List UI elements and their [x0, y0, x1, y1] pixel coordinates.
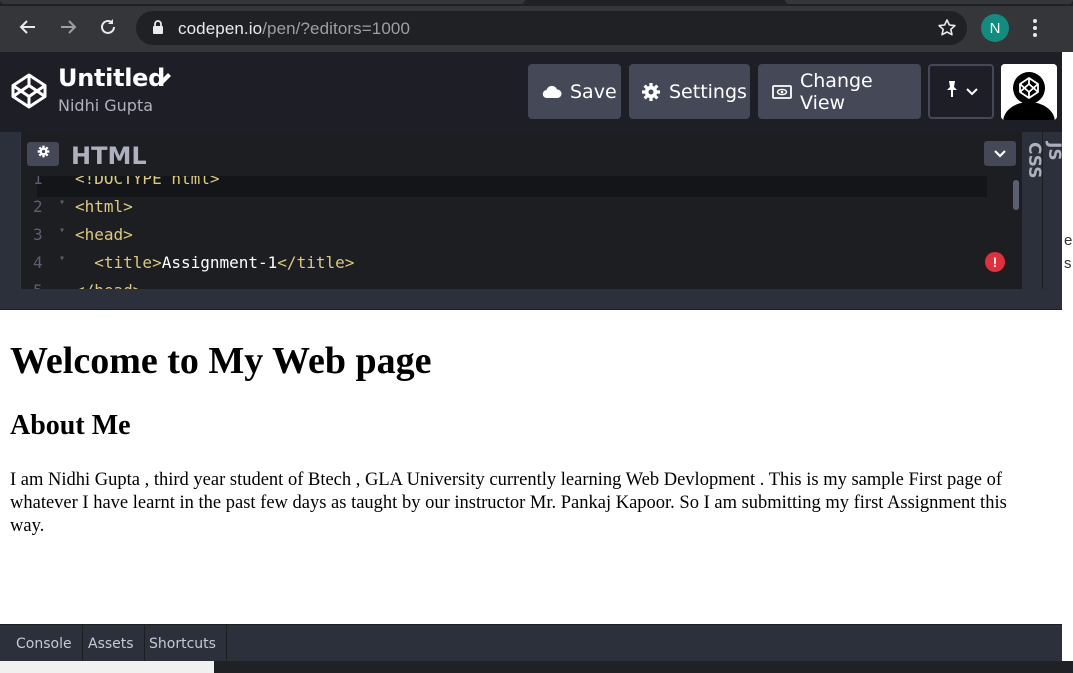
gear-icon [37, 145, 50, 163]
forward-icon[interactable] [55, 14, 81, 40]
line-number: 4 [33, 253, 43, 272]
editor-scrollbar[interactable] [1013, 180, 1019, 210]
star-icon[interactable] [937, 18, 957, 43]
preview-subheading: About Me [10, 410, 131, 441]
line-number: 5 [33, 281, 53, 289]
fold-arrow-icon[interactable]: ▾ [59, 197, 65, 208]
browser-tab[interactable] [0, 0, 525, 4]
taskbar-edge [214, 661, 1073, 673]
lock-icon[interactable] [152, 20, 164, 40]
view-layout-icon [772, 84, 792, 100]
code-line: 4 ▾ <title>Assignment-1</title> [21, 253, 1011, 281]
pin-menu-button[interactable] [928, 64, 994, 119]
change-view-label: Change View [800, 69, 873, 114]
line-number: 2 [33, 197, 43, 216]
code-text: </head> [75, 281, 142, 289]
assets-button[interactable]: Assets [78, 625, 145, 662]
cloud-icon [542, 85, 562, 99]
code-text: <!DOCTYPE html> [75, 176, 220, 188]
address-bar[interactable]: codepen.io/pen/?editors=1000 [136, 11, 967, 45]
line-number: 1 [33, 176, 43, 188]
html-editor-panel: HTML 1 <!DOCTYPE html> 2 ▾ <html> 3 ▾ <h [20, 132, 1023, 289]
codepen-logo-icon[interactable] [10, 72, 48, 115]
user-avatar[interactable] [1001, 64, 1057, 120]
code-line: 5 </head> [21, 281, 1011, 289]
preview-paragraph: I am Nidhi Gupta , third year student of… [10, 470, 1007, 536]
settings-label: Settings [669, 80, 747, 103]
fold-arrow-icon[interactable]: ▾ [59, 225, 65, 236]
pen-title[interactable]: Untitled [58, 64, 165, 92]
browser-tab[interactable] [785, 0, 1073, 4]
browser-toolbar: codepen.io/pen/?editors=1000 N [0, 0, 1073, 52]
profile-avatar[interactable]: N [981, 14, 1009, 42]
code-text: <title> [75, 253, 162, 272]
code-area[interactable]: 1 <!DOCTYPE html> 2 ▾ <html> 3 ▾ <head> … [21, 176, 1023, 289]
taskbar-edge [0, 661, 214, 673]
code-line: 3 ▾ <head> [21, 225, 1011, 253]
url-text: codepen.io/pen/?editors=1000 [178, 19, 411, 38]
console-button[interactable]: Console [0, 625, 83, 662]
preview-resize-handle[interactable] [0, 289, 1062, 310]
code-text: </title> [277, 253, 355, 272]
editor-settings-button[interactable] [27, 142, 59, 166]
result-preview: Welcome to My Web page About Me I am Nid… [0, 310, 1062, 624]
fold-arrow-icon[interactable]: ▾ [59, 253, 65, 264]
code-line: 1 <!DOCTYPE html> [21, 176, 1011, 197]
edge-text: s [1064, 255, 1072, 272]
settings-button[interactable]: Settings [629, 64, 750, 119]
code-text: Assignment-1 [161, 253, 278, 272]
preview-heading: Welcome to My Web page [10, 340, 432, 382]
editor-area: HTML 1 <!DOCTYPE html> 2 ▾ <html> 3 ▾ <h [0, 132, 1064, 289]
divider [1042, 132, 1043, 289]
error-icon[interactable]: ! [985, 252, 1005, 272]
pin-icon [944, 80, 960, 103]
code-text: <head> [75, 225, 133, 244]
background-window-edge: e s [1062, 52, 1073, 673]
edit-title-pencil-icon[interactable] [156, 70, 174, 93]
gear-icon [641, 82, 661, 102]
chevron-down-icon [994, 145, 1006, 163]
codepen-footer: Console Assets Shortcuts [0, 624, 1062, 662]
code-line: 2 ▾ <html> [21, 197, 1011, 225]
edge-text: e [1064, 232, 1073, 249]
editor-header: HTML [21, 132, 1023, 176]
kebab-menu-icon[interactable] [1025, 14, 1045, 42]
reload-icon[interactable] [95, 14, 121, 40]
editor-collapse-button[interactable] [984, 141, 1016, 166]
line-number: 3 [33, 225, 43, 244]
editor-resize-handle[interactable] [0, 132, 20, 289]
chevron-down-icon [966, 83, 978, 101]
back-icon[interactable] [15, 14, 41, 40]
codepen-header: Untitled Nidhi Gupta Save Settings Chang… [0, 52, 1062, 132]
editor-title: HTML [71, 142, 147, 170]
change-view-button[interactable]: Change View [758, 64, 921, 119]
collapsed-editor-tabs: CSS JS [1022, 132, 1064, 289]
save-label: Save [570, 80, 617, 103]
tab-css[interactable]: CSS [1024, 142, 1044, 179]
tab-js[interactable]: JS [1044, 142, 1064, 161]
pen-owner[interactable]: Nidhi Gupta [58, 96, 153, 115]
shortcuts-button[interactable]: Shortcuts [139, 625, 227, 662]
code-text: <html> [75, 197, 133, 216]
save-button[interactable]: Save [528, 64, 621, 119]
